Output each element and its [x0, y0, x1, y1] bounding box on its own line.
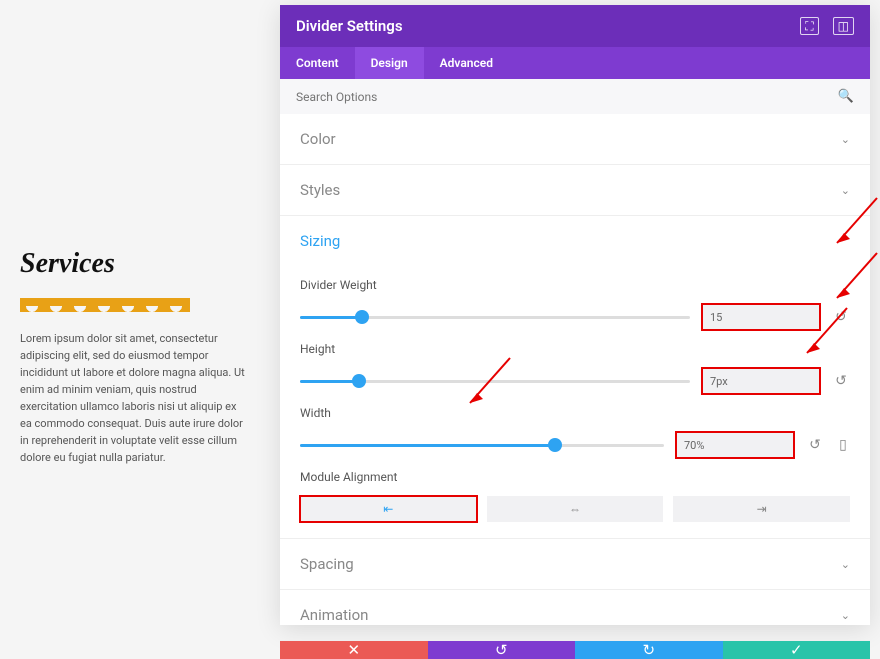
- section-animation-title: Animation: [300, 606, 368, 624]
- section-styles-head[interactable]: Styles ⌄: [280, 165, 870, 215]
- reset-icon[interactable]: ↺: [832, 373, 850, 389]
- panel-title: Divider Settings: [296, 17, 403, 35]
- preview-heading: Services: [20, 248, 250, 280]
- section-animation-head[interactable]: Animation ⌄: [280, 590, 870, 640]
- preview-pane: Services Lorem ipsum dolor sit amet, con…: [20, 248, 250, 466]
- reset-icon[interactable]: ↺: [806, 437, 824, 453]
- align-left-icon: ⇤: [383, 502, 393, 516]
- align-right-button[interactable]: ⇥: [673, 496, 850, 522]
- height-label: Height: [300, 342, 850, 356]
- chevron-down-icon: ⌄: [841, 184, 850, 197]
- panel-header: Divider Settings ⛶ ◫: [280, 5, 870, 47]
- setting-width: Width ↺ ▯: [300, 394, 850, 458]
- setting-divider-weight: Divider Weight ↺: [300, 266, 850, 330]
- setting-module-alignment: Module Alignment ⇤ ⇔ ⇥: [300, 458, 850, 522]
- tab-design[interactable]: Design: [355, 47, 424, 79]
- chevron-down-icon: ⌄: [841, 558, 850, 571]
- responsive-icon[interactable]: ▯: [836, 437, 850, 453]
- section-sizing-body: Divider Weight ↺ Height: [280, 266, 870, 538]
- section-spacing-head[interactable]: Spacing ⌄: [280, 539, 870, 589]
- align-center-button[interactable]: ⇔: [487, 496, 664, 522]
- redo-button[interactable]: ↻: [575, 641, 723, 659]
- height-slider[interactable]: [300, 380, 690, 383]
- section-sizing: Sizing ⌃ Divider Weight ↺ Height: [280, 216, 870, 539]
- undo-icon: ↺: [495, 641, 508, 659]
- section-sizing-head[interactable]: Sizing ⌃: [280, 216, 870, 266]
- width-input[interactable]: [676, 432, 794, 458]
- check-icon: ✓: [790, 641, 803, 659]
- width-slider[interactable]: [300, 444, 664, 447]
- redo-icon: ↻: [642, 641, 655, 659]
- tab-content[interactable]: Content: [280, 47, 355, 79]
- tabs: Content Design Advanced: [280, 47, 870, 79]
- setting-height: Height ↺: [300, 330, 850, 394]
- section-color-title: Color: [300, 130, 336, 148]
- close-icon: ✕: [347, 641, 360, 659]
- chevron-down-icon: ⌄: [841, 609, 850, 622]
- preview-body: Lorem ipsum dolor sit amet, consectetur …: [20, 330, 250, 466]
- panel-footer: ✕ ↺ ↻ ✓: [280, 641, 870, 659]
- align-right-icon: ⇥: [757, 502, 767, 516]
- undo-button[interactable]: ↺: [428, 641, 576, 659]
- search-input[interactable]: [296, 90, 838, 104]
- divider-weight-label: Divider Weight: [300, 278, 850, 292]
- align-center-icon: ⇔: [569, 502, 581, 516]
- section-styles: Styles ⌄: [280, 165, 870, 216]
- section-spacing-title: Spacing: [300, 555, 354, 573]
- chevron-up-icon: ⌃: [841, 235, 850, 248]
- search-icon[interactable]: 🔍: [838, 89, 854, 104]
- preview-divider: [20, 298, 190, 312]
- save-button[interactable]: ✓: [723, 641, 871, 659]
- tab-advanced[interactable]: Advanced: [424, 47, 509, 79]
- section-styles-title: Styles: [300, 181, 340, 199]
- divider-weight-input[interactable]: [702, 304, 820, 330]
- section-sizing-title: Sizing: [300, 232, 340, 250]
- section-color-head[interactable]: Color ⌄: [280, 114, 870, 164]
- align-left-button[interactable]: ⇤: [300, 496, 477, 522]
- snap-icon[interactable]: ◫: [833, 17, 854, 35]
- cancel-button[interactable]: ✕: [280, 641, 428, 659]
- reset-icon[interactable]: ↺: [832, 309, 850, 325]
- module-alignment-label: Module Alignment: [300, 470, 850, 484]
- search-row: 🔍: [280, 79, 870, 114]
- divider-weight-slider[interactable]: [300, 316, 690, 319]
- height-input[interactable]: [702, 368, 820, 394]
- chevron-down-icon: ⌄: [841, 133, 850, 146]
- settings-panel: Divider Settings ⛶ ◫ Content Design Adva…: [280, 5, 870, 625]
- section-color: Color ⌄: [280, 114, 870, 165]
- section-animation: Animation ⌄: [280, 590, 870, 641]
- width-label: Width: [300, 406, 850, 420]
- expand-icon[interactable]: ⛶: [800, 17, 818, 35]
- section-spacing: Spacing ⌄: [280, 539, 870, 590]
